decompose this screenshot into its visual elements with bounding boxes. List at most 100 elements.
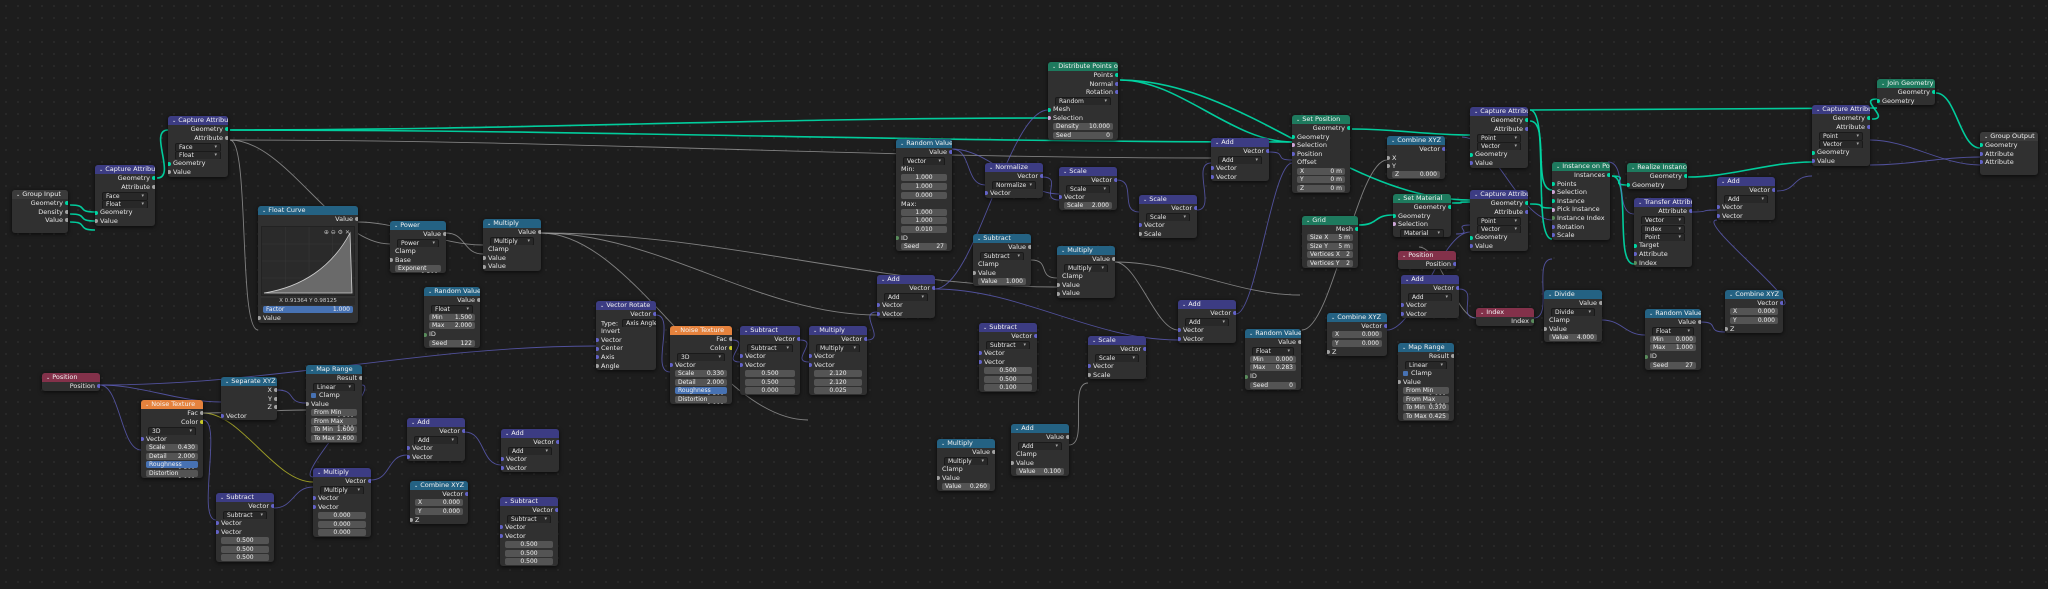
node-header[interactable]: ⌄ Group Input: [12, 190, 68, 199]
collapse-chevron-icon[interactable]: ⌄: [1063, 169, 1067, 175]
add-select[interactable]: Add: [1408, 293, 1452, 302]
size-x-field[interactable]: Size X 5 m: [1302, 234, 1358, 243]
normalize-dropdown[interactable]: Normalize: [985, 181, 1043, 190]
node-capture-attr-2[interactable]: ⌄Capture AttributeGeometryAttributeFaceF…: [168, 116, 228, 177]
node-link[interactable]: [1529, 109, 1553, 240]
node-header[interactable]: ⌄Capture Attribute: [95, 165, 155, 174]
z-socket-icon[interactable]: [274, 405, 277, 410]
z-value[interactable]: Z 0.000: [1392, 171, 1440, 179]
seed-field[interactable]: Seed 0: [1245, 381, 1301, 390]
vector-socket-icon[interactable]: [368, 479, 371, 484]
collapse-chevron-icon[interactable]: ⌄: [505, 431, 509, 437]
center-socket-icon[interactable]: [596, 346, 599, 351]
face-select[interactable]: Face: [102, 191, 148, 200]
node-header[interactable]: ⌄ Add: [1717, 177, 1775, 186]
vector-socket-icon[interactable]: [313, 505, 316, 510]
attribute-socket-icon[interactable]: [1525, 126, 1528, 131]
node-header[interactable]: ⌄ Combine XYZ: [1387, 136, 1445, 145]
vector-socket-icon[interactable]: [221, 414, 224, 419]
to-min-value[interactable]: To Min 1.600: [311, 426, 357, 434]
component-field[interactable]: 1.000: [896, 182, 952, 191]
size-y-field[interactable]: Size Y 5 m: [1302, 242, 1358, 251]
node-header[interactable]: ⌄ Position: [42, 373, 100, 382]
vector-socket-icon[interactable]: [1401, 303, 1404, 308]
node-link[interactable]: [1116, 179, 1140, 213]
node-header[interactable]: ⌄ Subtract: [740, 326, 800, 335]
collapse-chevron-icon[interactable]: ⌄: [1331, 315, 1335, 321]
normalize-select[interactable]: Normalize: [992, 181, 1036, 190]
float-select[interactable]: Float: [175, 151, 221, 160]
point-dropdown[interactable]: Point: [1470, 216, 1528, 225]
seed-value[interactable]: Seed 122: [429, 339, 475, 347]
3d-select[interactable]: 3D: [148, 426, 196, 435]
vector-socket-icon[interactable]: [1401, 312, 1404, 317]
vector-select[interactable]: Vector: [1819, 140, 1863, 149]
node-header[interactable]: ⌄ Add: [1178, 300, 1236, 309]
node-header[interactable]: ⌄Realize Instances: [1627, 163, 1687, 172]
index-select[interactable]: Index: [1641, 224, 1685, 233]
value-socket-icon[interactable]: [95, 219, 98, 224]
component-value[interactable]: 0.500: [221, 545, 269, 553]
collapse-chevron-icon[interactable]: ⌄: [1638, 200, 1642, 206]
node-vector-rotate[interactable]: ⌄Vector RotateVectorType:Axis AngleInver…: [596, 301, 656, 371]
collapse-chevron-icon[interactable]: ⌄: [1881, 81, 1885, 87]
instance-index-socket-icon[interactable]: [1552, 216, 1555, 221]
node-link[interactable]: [1451, 201, 1471, 204]
checkbox-icon[interactable]: [1403, 370, 1408, 376]
vector-socket-icon[interactable]: [740, 354, 743, 359]
id-socket-icon[interactable]: [1245, 374, 1248, 379]
3d-dropdown[interactable]: 3D: [141, 426, 203, 435]
node-set-material[interactable]: ⌄ Set Material Geometry Geometry Selection Ma…: [1393, 194, 1451, 238]
collapse-chevron-icon[interactable]: ⌄: [1397, 196, 1401, 202]
value-socket-icon[interactable]: [1398, 380, 1401, 385]
collapse-chevron-icon[interactable]: ⌄: [487, 221, 491, 227]
node-header[interactable]: ⌄ Subtract: [979, 323, 1037, 332]
detail-value[interactable]: Detail 2.000: [146, 452, 198, 460]
node-header[interactable]: ⌄ Add: [877, 275, 935, 284]
pick-instance-socket-icon[interactable]: [1552, 207, 1555, 212]
collapse-chevron-icon[interactable]: ⌄: [414, 483, 418, 489]
fac-socket-icon[interactable]: [729, 337, 732, 342]
geometry-socket-icon[interactable]: [1812, 150, 1815, 155]
geometry-socket-icon[interactable]: [1448, 205, 1451, 210]
node-link[interactable]: [1030, 259, 1058, 279]
node-link[interactable]: [1114, 261, 1301, 296]
vector-socket-icon[interactable]: [1088, 364, 1091, 369]
x-socket-icon[interactable]: [274, 388, 277, 393]
y-field[interactable]: Y 0.000: [410, 507, 468, 516]
component-value[interactable]: 0.000: [901, 191, 947, 199]
node-random-value-1[interactable]: ⌄Random ValueValueFloatMin 1.500 Max 2.000 I…: [424, 287, 480, 348]
add-dropdown[interactable]: Add: [501, 447, 559, 456]
node-instance-on-points[interactable]: ⌄Instance on PointsInstancesPointsSelect…: [1552, 162, 1610, 240]
to-max-value[interactable]: To Max 0.425: [1403, 412, 1449, 420]
scale-socket-icon[interactable]: [1088, 373, 1091, 378]
mesh-socket-icon[interactable]: [1355, 227, 1358, 232]
component-field[interactable]: 0.000: [896, 191, 952, 200]
node-add-vec-3[interactable]: ⌄AddVectorAddVectorVector: [877, 275, 935, 319]
node-header[interactable]: ⌄ Power: [390, 221, 446, 230]
collapse-chevron-icon[interactable]: ⌄: [1015, 426, 1019, 432]
node-link[interactable]: [540, 232, 878, 316]
seed-value[interactable]: Seed 27: [901, 243, 947, 251]
scale-value[interactable]: Scale 0.330: [675, 369, 727, 377]
distortion-field[interactable]: Distortion0.000: [670, 395, 732, 404]
node-link[interactable]: [229, 117, 1049, 131]
collapse-chevron-icon[interactable]: ⌄: [46, 375, 50, 381]
node-separate-xyz[interactable]: ⌄ Separate XYZ X Y Z Vector: [221, 377, 277, 421]
node-subtract-val[interactable]: ⌄SubtractValueSubtractClampValueValue1.0…: [973, 234, 1031, 286]
scale-dropdown[interactable]: Scale: [1059, 185, 1117, 194]
z-field[interactable]: Z 0.000: [1387, 171, 1445, 180]
node-link[interactable]: [229, 139, 259, 331]
collapse-chevron-icon[interactable]: ⌄: [881, 277, 885, 283]
component-field[interactable]: 0.000: [313, 520, 371, 529]
point-select[interactable]: Point: [1477, 133, 1521, 142]
x-field[interactable]: X 0.000: [1327, 331, 1387, 340]
linear-select[interactable]: Linear: [313, 383, 355, 392]
value-socket-icon[interactable]: [168, 170, 171, 175]
value-socket-icon[interactable]: [1057, 283, 1060, 288]
from-max-field[interactable]: From Max0.800: [306, 417, 362, 426]
node-header[interactable]: ⌄ Vector Rotate: [596, 301, 656, 310]
collapse-chevron-icon[interactable]: ⌄: [1402, 345, 1406, 351]
node-header[interactable]: ⌄ Add: [407, 418, 465, 427]
size-y-value[interactable]: Size Y 5 m: [1307, 242, 1353, 250]
